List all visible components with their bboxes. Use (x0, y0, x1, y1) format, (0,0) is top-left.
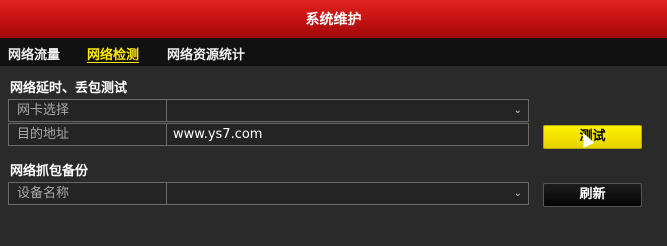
nic-select-label: 网卡选择 (9, 100, 167, 121)
section-title-capture: 网络抓包备份 (10, 164, 89, 179)
content-panel: 网络延时、丢包测试 网卡选择 ⌄ 目的地址 www.ys7.com 测试 网络抓… (0, 66, 667, 246)
device-name-label: 设备名称 (9, 183, 167, 204)
window-title: 系统维护 (305, 12, 362, 28)
nic-select[interactable] (168, 100, 528, 121)
device-select-row: 设备名称 ⌄ (8, 182, 529, 205)
chevron-down-icon[interactable]: ⌄ (514, 100, 522, 121)
tab-network-detection[interactable]: 网络检测 (87, 44, 139, 63)
dest-address-row: 目的地址 www.ys7.com (8, 123, 529, 146)
dest-address-input[interactable]: www.ys7.com (168, 124, 528, 145)
device-select[interactable] (168, 183, 528, 204)
test-button[interactable]: 测试 (543, 125, 642, 149)
window-titlebar: 系统维护 (0, 0, 667, 39)
section-title-latency: 网络延时、丢包测试 (10, 81, 128, 96)
tab-network-traffic[interactable]: 网络流量 (8, 44, 60, 63)
dest-address-label: 目的地址 (9, 124, 167, 145)
refresh-button[interactable]: 刷新 (543, 183, 642, 207)
nic-select-row: 网卡选择 ⌄ (8, 99, 529, 122)
tab-network-resource-stats[interactable]: 网络资源统计 (167, 44, 245, 63)
tab-bar: 网络流量 网络检测 网络资源统计 (0, 38, 667, 64)
chevron-down-icon[interactable]: ⌄ (514, 183, 522, 204)
